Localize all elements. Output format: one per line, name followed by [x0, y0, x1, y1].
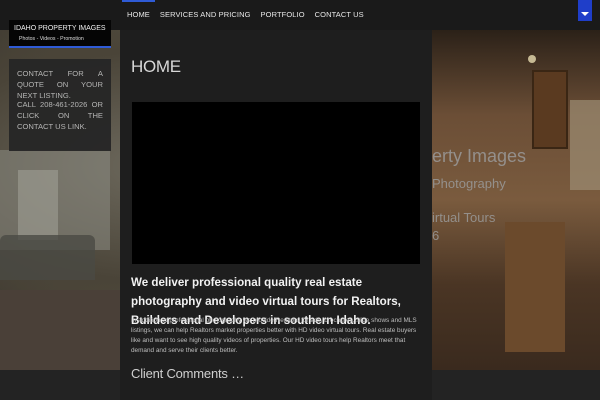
nav-home[interactable]: HOME [122, 0, 155, 30]
main-menu: HOME SERVICES AND PRICING PORTFOLIO CONT… [122, 0, 369, 30]
video-player[interactable] [132, 102, 420, 264]
bg-upper-cabinet [532, 70, 568, 149]
chevron-down-icon [581, 12, 589, 16]
logo-title: IDAHO PROPERTY IMAGES [14, 25, 106, 32]
client-comments-heading: Client Comments … [131, 366, 244, 381]
page-title: HOME [131, 57, 181, 77]
contact-widget: CONTACT FOR A QUOTE ON YOUR NEXT LISTING… [9, 59, 111, 151]
bg-ceiling-light [528, 55, 536, 63]
bg-window-pane [18, 170, 58, 240]
nav-portfolio[interactable]: PORTFOLIO [256, 0, 310, 30]
menu-toggle-button[interactable] [578, 0, 592, 21]
bg-slide-text-2: Photography [432, 176, 506, 191]
logo-tagline: Photos - Videos - Promotion [19, 36, 84, 42]
bg-couch [0, 235, 95, 280]
bg-slide-text-3: irtual Tours [432, 210, 496, 225]
bg-floor [0, 290, 130, 370]
contact-call-text: CALL 208-461-2026 OR CLICK ON THE CONTAC… [17, 100, 103, 131]
nav-services-and-pricing[interactable]: SERVICES AND PRICING [155, 0, 256, 30]
contact-quote-text: CONTACT FOR A QUOTE ON YOUR NEXT LISTING… [17, 69, 103, 100]
nav-contact-us[interactable]: CONTACT US [310, 0, 369, 30]
intro-paragraph: In addition to professional photography … [131, 317, 417, 354]
bg-slide-text-1: erty Images [432, 146, 527, 166]
main-content: HOME We deliver professional quality rea… [120, 30, 432, 400]
bg-slide-text-4: 6 [432, 228, 440, 243]
site-logo[interactable]: IDAHO PROPERTY IMAGES Photos - Videos - … [9, 20, 111, 48]
